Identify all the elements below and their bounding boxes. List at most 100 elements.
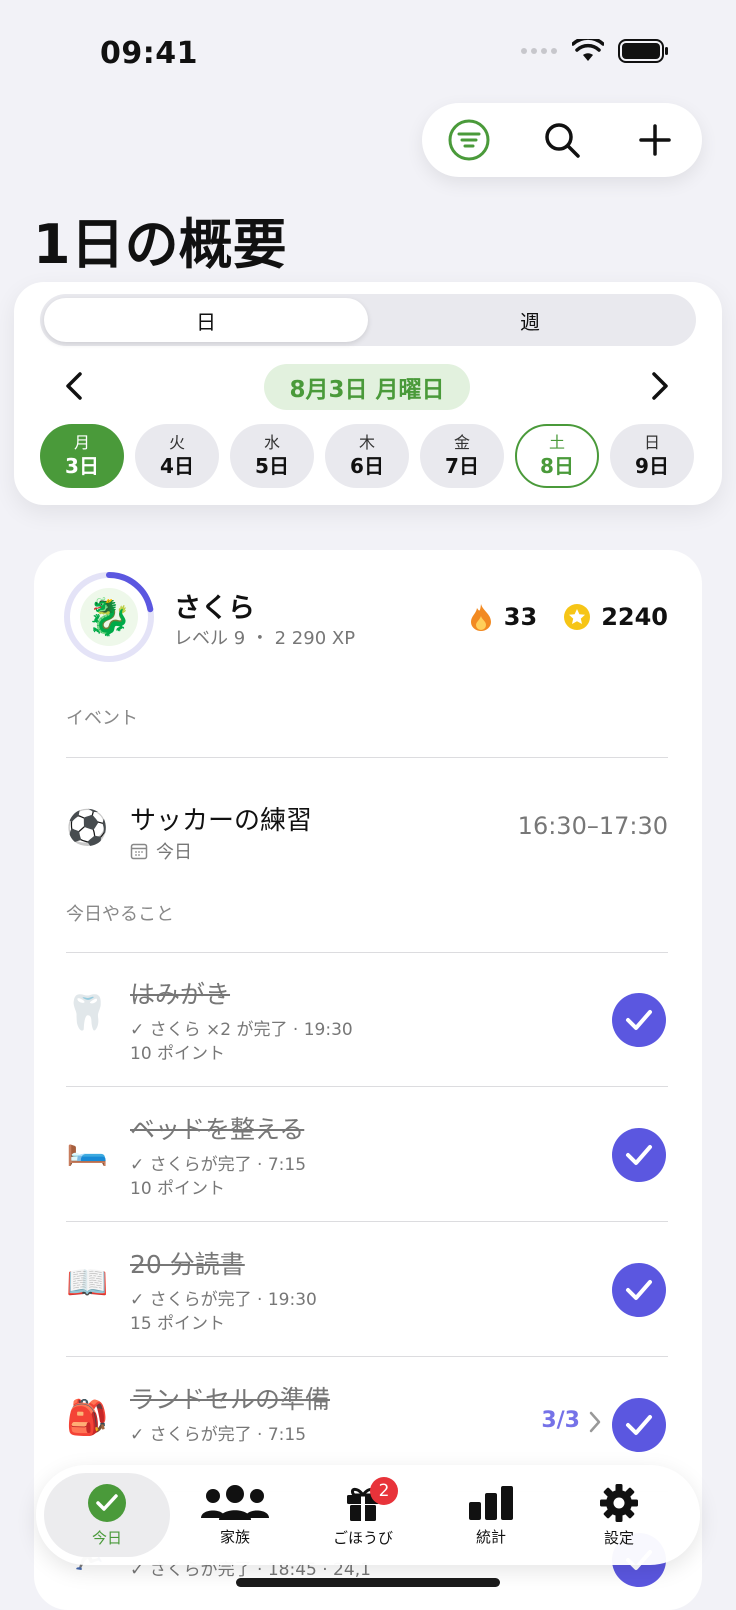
segment-week[interactable]: 週 xyxy=(368,298,692,342)
bar-chart-icon xyxy=(469,1485,513,1520)
user-name: さくら xyxy=(174,593,255,624)
filter-button[interactable] xyxy=(441,112,497,168)
task-completed-by: ✓ さくらが完了 · 7:15 xyxy=(130,1425,307,1445)
battery-icon xyxy=(618,39,668,63)
day-date: 3日 xyxy=(65,454,99,478)
search-icon xyxy=(545,123,580,158)
tab-label: 家族 xyxy=(219,1527,250,1546)
checkmark-icon xyxy=(626,1145,652,1165)
divider xyxy=(66,1356,668,1357)
day-fri[interactable]: 金 7日 xyxy=(420,424,504,488)
day-wed[interactable]: 水 5日 xyxy=(230,424,314,488)
top-toolbar xyxy=(422,103,702,177)
chevron-left-icon xyxy=(66,372,82,400)
tab-settings[interactable]: 設定 xyxy=(556,1473,682,1557)
cellular-signal-icon xyxy=(521,48,557,54)
tab-label: 統計 xyxy=(475,1527,506,1546)
task-title: 20 分読書 xyxy=(130,1250,245,1279)
tab-stats[interactable]: 統計 xyxy=(428,1473,554,1557)
day-sat[interactable]: 土 8日 xyxy=(515,424,599,488)
task-complete-checkbox[interactable] xyxy=(612,1398,666,1452)
day-weekday: 土 xyxy=(548,433,565,452)
tab-label: 設定 xyxy=(603,1528,634,1547)
day-strip: 月 3日 火 4日 水 5日 木 6日 金 7日 土 8日 日 9日 xyxy=(40,424,694,488)
view-segmented-control: 日 週 xyxy=(40,294,696,346)
task-points: 10 ポイント xyxy=(130,1044,226,1064)
divider xyxy=(66,1221,668,1222)
date-selector-card: 日 週 8月3日 月曜日 月 3日 火 4日 水 5日 木 6日 金 7日 土 8日 日 9日 xyxy=(14,282,722,505)
book-icon: 📖 xyxy=(66,1263,109,1303)
day-weekday: 木 xyxy=(358,433,375,452)
day-weekday: 水 xyxy=(263,433,280,452)
task-item[interactable]: 🦷 はみがき ✓ さくら ×2 が完了 · 19:30 10 ポイント xyxy=(34,953,702,1087)
gear-icon xyxy=(600,1483,638,1522)
day-thu[interactable]: 木 6日 xyxy=(325,424,409,488)
todo-section-label: 今日やること xyxy=(66,904,174,925)
next-day-button[interactable] xyxy=(640,366,680,406)
task-complete-checkbox[interactable] xyxy=(612,993,666,1047)
star-coin-icon xyxy=(564,604,591,630)
task-completed-by: ✓ さくらが完了 · 7:15 xyxy=(130,1155,307,1175)
task-item[interactable]: 🛏️ ベッドを整える ✓ さくらが完了 · 7:15 10 ポイント xyxy=(34,1088,702,1222)
page-title: 1日の概要 xyxy=(33,213,287,276)
task-complete-checkbox[interactable] xyxy=(612,1128,666,1182)
task-item[interactable]: 📖 20 分読書 ✓ さくらが完了 · 19:30 15 ポイント xyxy=(34,1223,702,1357)
status-icons xyxy=(520,38,670,64)
previous-day-button[interactable] xyxy=(54,366,94,406)
filter-icon xyxy=(448,119,490,161)
task-complete-checkbox[interactable] xyxy=(612,1263,666,1317)
home-indicator[interactable] xyxy=(236,1578,500,1587)
event-date: 今日 xyxy=(130,838,192,864)
chevron-right-icon[interactable] xyxy=(588,1410,602,1434)
avatar[interactable]: 🐉 xyxy=(80,588,138,646)
tab-rewards[interactable]: 2 ごほうび xyxy=(300,1473,426,1557)
checkmark-circle-icon xyxy=(88,1483,126,1522)
day-date: 8日 xyxy=(540,454,574,478)
checkmark-icon xyxy=(626,1415,652,1435)
day-weekday: 日 xyxy=(643,433,660,452)
wifi-icon xyxy=(572,39,604,61)
soccer-ball-icon: ⚽ xyxy=(66,808,109,848)
daily-overview-card: 🐉 さくら レベル 9 ・ 2 290 XP 33 2240 イベント ⚽ サッ… xyxy=(34,550,702,1610)
checkmark-icon xyxy=(626,1280,652,1300)
task-title: ベッドを整える xyxy=(130,1115,305,1144)
tab-family[interactable]: 家族 xyxy=(172,1473,298,1557)
tab-today[interactable]: 今日 xyxy=(44,1473,170,1557)
day-weekday: 火 xyxy=(168,433,185,452)
task-title: ランドセルの準備 xyxy=(130,1385,331,1414)
plus-icon xyxy=(639,124,672,156)
user-stats: 33 2240 xyxy=(468,602,668,632)
day-mon[interactable]: 月 3日 xyxy=(40,424,124,488)
user-level: レベル 9 ・ 2 290 XP xyxy=(174,628,356,649)
events-section-label: イベント xyxy=(66,708,138,729)
streak-count: 33 xyxy=(503,603,538,631)
task-title: はみがき xyxy=(130,980,231,1009)
current-date-pill[interactable]: 8月3日 月曜日 xyxy=(264,364,470,410)
stars-count: 2240 xyxy=(601,603,668,631)
people-icon xyxy=(201,1484,269,1520)
status-time: 09:41 xyxy=(100,36,198,71)
task-subtask-counter: 3/3 xyxy=(541,1408,580,1433)
rewards-badge: 2 xyxy=(370,1477,398,1505)
tooth-icon: 🦷 xyxy=(66,993,109,1033)
search-button[interactable] xyxy=(534,112,590,168)
backpack-icon: 🎒 xyxy=(66,1398,109,1438)
day-sun[interactable]: 日 9日 xyxy=(610,424,694,488)
day-tue[interactable]: 火 4日 xyxy=(135,424,219,488)
checkmark-icon xyxy=(626,1010,652,1030)
chevron-right-icon xyxy=(652,372,668,400)
tab-bar: 今日 家族 2 ごほうび 統計 設定 xyxy=(36,1465,700,1565)
day-date: 6日 xyxy=(350,454,384,478)
divider xyxy=(66,1086,668,1087)
add-button[interactable] xyxy=(627,112,683,168)
segment-day[interactable]: 日 xyxy=(44,298,368,342)
day-date: 7日 xyxy=(445,454,479,478)
task-completed-by: ✓ さくらが完了 · 19:30 xyxy=(130,1290,317,1310)
divider xyxy=(66,757,668,758)
tab-label: 今日 xyxy=(91,1528,122,1547)
task-completed-by: ✓ さくら ×2 が完了 · 19:30 xyxy=(130,1020,353,1040)
event-date-text: 今日 xyxy=(156,842,192,863)
bed-icon: 🛏️ xyxy=(66,1128,109,1168)
day-date: 4日 xyxy=(160,454,194,478)
task-points: 15 ポイント xyxy=(130,1314,226,1334)
